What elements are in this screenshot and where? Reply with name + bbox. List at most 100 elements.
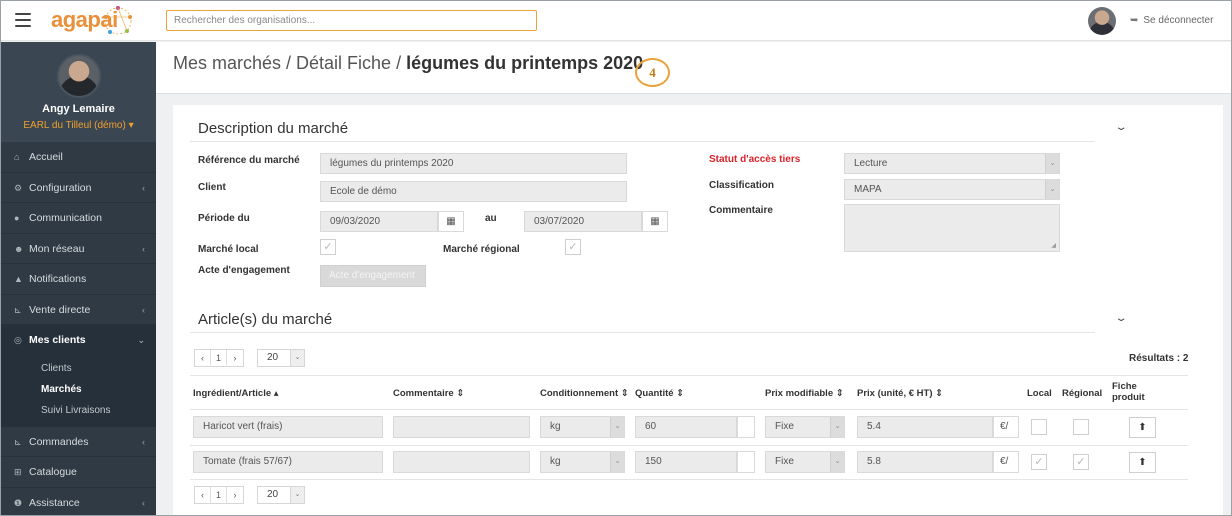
col-header-prix[interactable]: Prix (unité, € HT) ⇕ (857, 388, 943, 399)
sidebar-item-communication[interactable]: ● Communication (1, 203, 156, 234)
period-to-field[interactable]: 03/07/2020 (524, 211, 642, 232)
chevron-left-icon: ‹ (142, 436, 145, 447)
col-header-regional: Régional (1062, 388, 1103, 399)
collapse-description-chevron-icon[interactable]: ⌄ (1114, 122, 1127, 133)
subnav-item-suivi-livraisons[interactable]: Suivi Livraisons (41, 400, 156, 421)
row2-commentaire-field[interactable] (393, 451, 530, 473)
sidebar-item-assistance[interactable]: ❶ Assistance ‹ (1, 488, 156, 516)
prev-page-icon[interactable]: ‹ (195, 487, 211, 503)
row2-prix-field[interactable]: 5.8 (857, 451, 993, 473)
handshake-icon: ◎ (14, 335, 22, 345)
subnav-item-clients[interactable]: Clients (41, 358, 156, 379)
statut-label: Statut d'accès tiers (709, 154, 801, 165)
menu-toggle-icon[interactable] (15, 13, 31, 27)
subnav-item-marches[interactable]: Marchés (41, 379, 156, 400)
select-arrow-icon: ⌄ (830, 452, 844, 472)
upload-icon: ⬆ (1138, 457, 1147, 468)
row1-prix-modifiable-select[interactable]: Fixe ⌄ (765, 416, 845, 438)
row2-local-checkbox[interactable]: ✓ (1031, 454, 1047, 470)
sidebar-item-catalogue[interactable]: ⊞ Catalogue (1, 457, 156, 488)
select-arrow-icon: ⌄ (830, 417, 844, 437)
per-page-value: 20 (267, 489, 279, 500)
classification-select[interactable]: MAPA ⌄ (844, 179, 1060, 200)
sidebar-item-mes-clients[interactable]: ◎ Mes clients ⌄ (1, 325, 156, 356)
row1-quantite-field[interactable]: 60 (635, 416, 737, 438)
col-header-article[interactable]: Ingrédient/Article ▴ (193, 388, 279, 399)
row1-conditionnement-value: kg (550, 421, 561, 432)
col-header-prix-modifiable[interactable]: Prix modifiable ⇕ (765, 388, 844, 399)
commentaire-label: Commentaire (709, 205, 773, 216)
sidebar-item-notifications[interactable]: ▲ Notifications (1, 264, 156, 295)
description-section-title: Description du marché (198, 120, 349, 137)
sidebar-item-label: Configuration (29, 181, 92, 194)
period-to-label: au (485, 213, 497, 224)
calendar-icon[interactable]: ▦ (642, 211, 668, 232)
sidebar-item-label: Accueil (29, 151, 63, 163)
row2-prix-modifiable-select[interactable]: Fixe ⌄ (765, 451, 845, 473)
sidebar-item-accueil[interactable]: ⌂ Accueil (1, 142, 156, 173)
profile-org-dropdown[interactable]: EARL du Tilleul (démo) ▾ (1, 120, 156, 131)
page-number[interactable]: 1 (211, 350, 227, 366)
local-checkbox[interactable]: ✓ (320, 239, 336, 255)
chevron-left-icon: ‹ (142, 497, 145, 508)
row2-conditionnement-value: kg (550, 456, 561, 467)
row1-commentaire-field[interactable] (393, 416, 530, 438)
row2-article-field[interactable]: Tomate (frais 57/67) (193, 451, 383, 473)
per-page-select[interactable]: 20 ⌄ (257, 349, 305, 367)
page-header: Mes marchés / Détail Fiche / légumes du … (156, 42, 1231, 94)
col-header-conditionnement[interactable]: Conditionnement ⇕ (540, 388, 629, 399)
acte-engagement-button[interactable]: Acte d'engagement (320, 265, 426, 287)
breadcrumb[interactable]: Mes marchés / Détail Fiche / (173, 53, 406, 73)
sort-icon: ⇕ (620, 388, 629, 399)
sidebar: Angy Lemaire EARL du Tilleul (démo) ▾ ⌂ A… (1, 42, 156, 516)
logout-link[interactable]: ➥ Se déconnecter (1130, 15, 1213, 26)
row1-prix-modifiable-value: Fixe (775, 421, 794, 432)
statut-select[interactable]: Lecture ⌄ (844, 153, 1060, 174)
user-avatar[interactable] (1088, 7, 1116, 35)
row1-conditionnement-select[interactable]: kg ⌄ (540, 416, 625, 438)
upload-icon: ⬆ (1138, 422, 1147, 433)
search-input[interactable] (166, 10, 537, 31)
gears-icon: ⚙ (14, 182, 23, 193)
period-label: Période du (198, 213, 250, 224)
client-field[interactable]: Ecole de démo (320, 181, 627, 202)
select-arrow-icon: ⌄ (290, 350, 304, 366)
statut-value: Lecture (854, 158, 888, 169)
sidebar-item-mon-reseau[interactable]: ☻ Mon réseau ‹ (1, 234, 156, 264)
col-header-quantite[interactable]: Quantité ⇕ (635, 388, 684, 399)
logout-label: Se déconnecter (1143, 15, 1214, 26)
client-label: Client (198, 182, 226, 193)
next-page-icon[interactable]: › (227, 487, 243, 503)
regional-checkbox[interactable]: ✓ (565, 239, 581, 255)
col-header-commentaire[interactable]: Commentaire ⇕ (393, 388, 464, 399)
local-label: Marché local (198, 244, 259, 255)
page-number[interactable]: 1 (211, 487, 227, 503)
row2-conditionnement-select[interactable]: kg ⌄ (540, 451, 625, 473)
classification-value: MAPA (854, 184, 882, 195)
row1-regional-checkbox[interactable] (1073, 419, 1089, 435)
row1-article-field[interactable]: Haricot vert (frais) (193, 416, 383, 438)
row2-quantite-field[interactable]: 150 (635, 451, 737, 473)
row1-prix-field[interactable]: 5.4 (857, 416, 993, 438)
calendar-icon[interactable]: ▦ (438, 211, 464, 232)
row1-upload-fiche-button[interactable]: ⬆ (1129, 417, 1156, 438)
select-arrow-icon: ⌄ (610, 452, 624, 472)
sidebar-subnav: Clients Marchés Suivi Livraisons (1, 355, 156, 427)
bell-icon: ▲ (14, 274, 23, 284)
logo-network-icon (104, 6, 132, 35)
row2-upload-fiche-button[interactable]: ⬆ (1129, 452, 1156, 473)
row2-regional-checkbox[interactable]: ✓ (1073, 454, 1089, 470)
per-page-select[interactable]: 20 ⌄ (257, 486, 305, 504)
row1-prix-unit: €/ (993, 416, 1019, 438)
commentaire-textarea[interactable]: ◢ (844, 204, 1060, 252)
row1-local-checkbox[interactable] (1031, 419, 1047, 435)
sidebar-item-commandes[interactable]: ⊾ Commandes ‹ (1, 427, 156, 457)
prev-page-icon[interactable]: ‹ (195, 350, 211, 366)
reference-field[interactable]: légumes du printemps 2020 (320, 153, 627, 174)
sidebar-item-vente-directe[interactable]: ⊾ Vente directe ‹ (1, 295, 156, 325)
period-from-field[interactable]: 09/03/2020 (320, 211, 438, 232)
col-header-label: Quantité (635, 388, 674, 399)
collapse-articles-chevron-icon[interactable]: ⌄ (1114, 313, 1127, 324)
next-page-icon[interactable]: › (227, 350, 243, 366)
sidebar-item-configuration[interactable]: ⚙ Configuration ‹ (1, 173, 156, 203)
